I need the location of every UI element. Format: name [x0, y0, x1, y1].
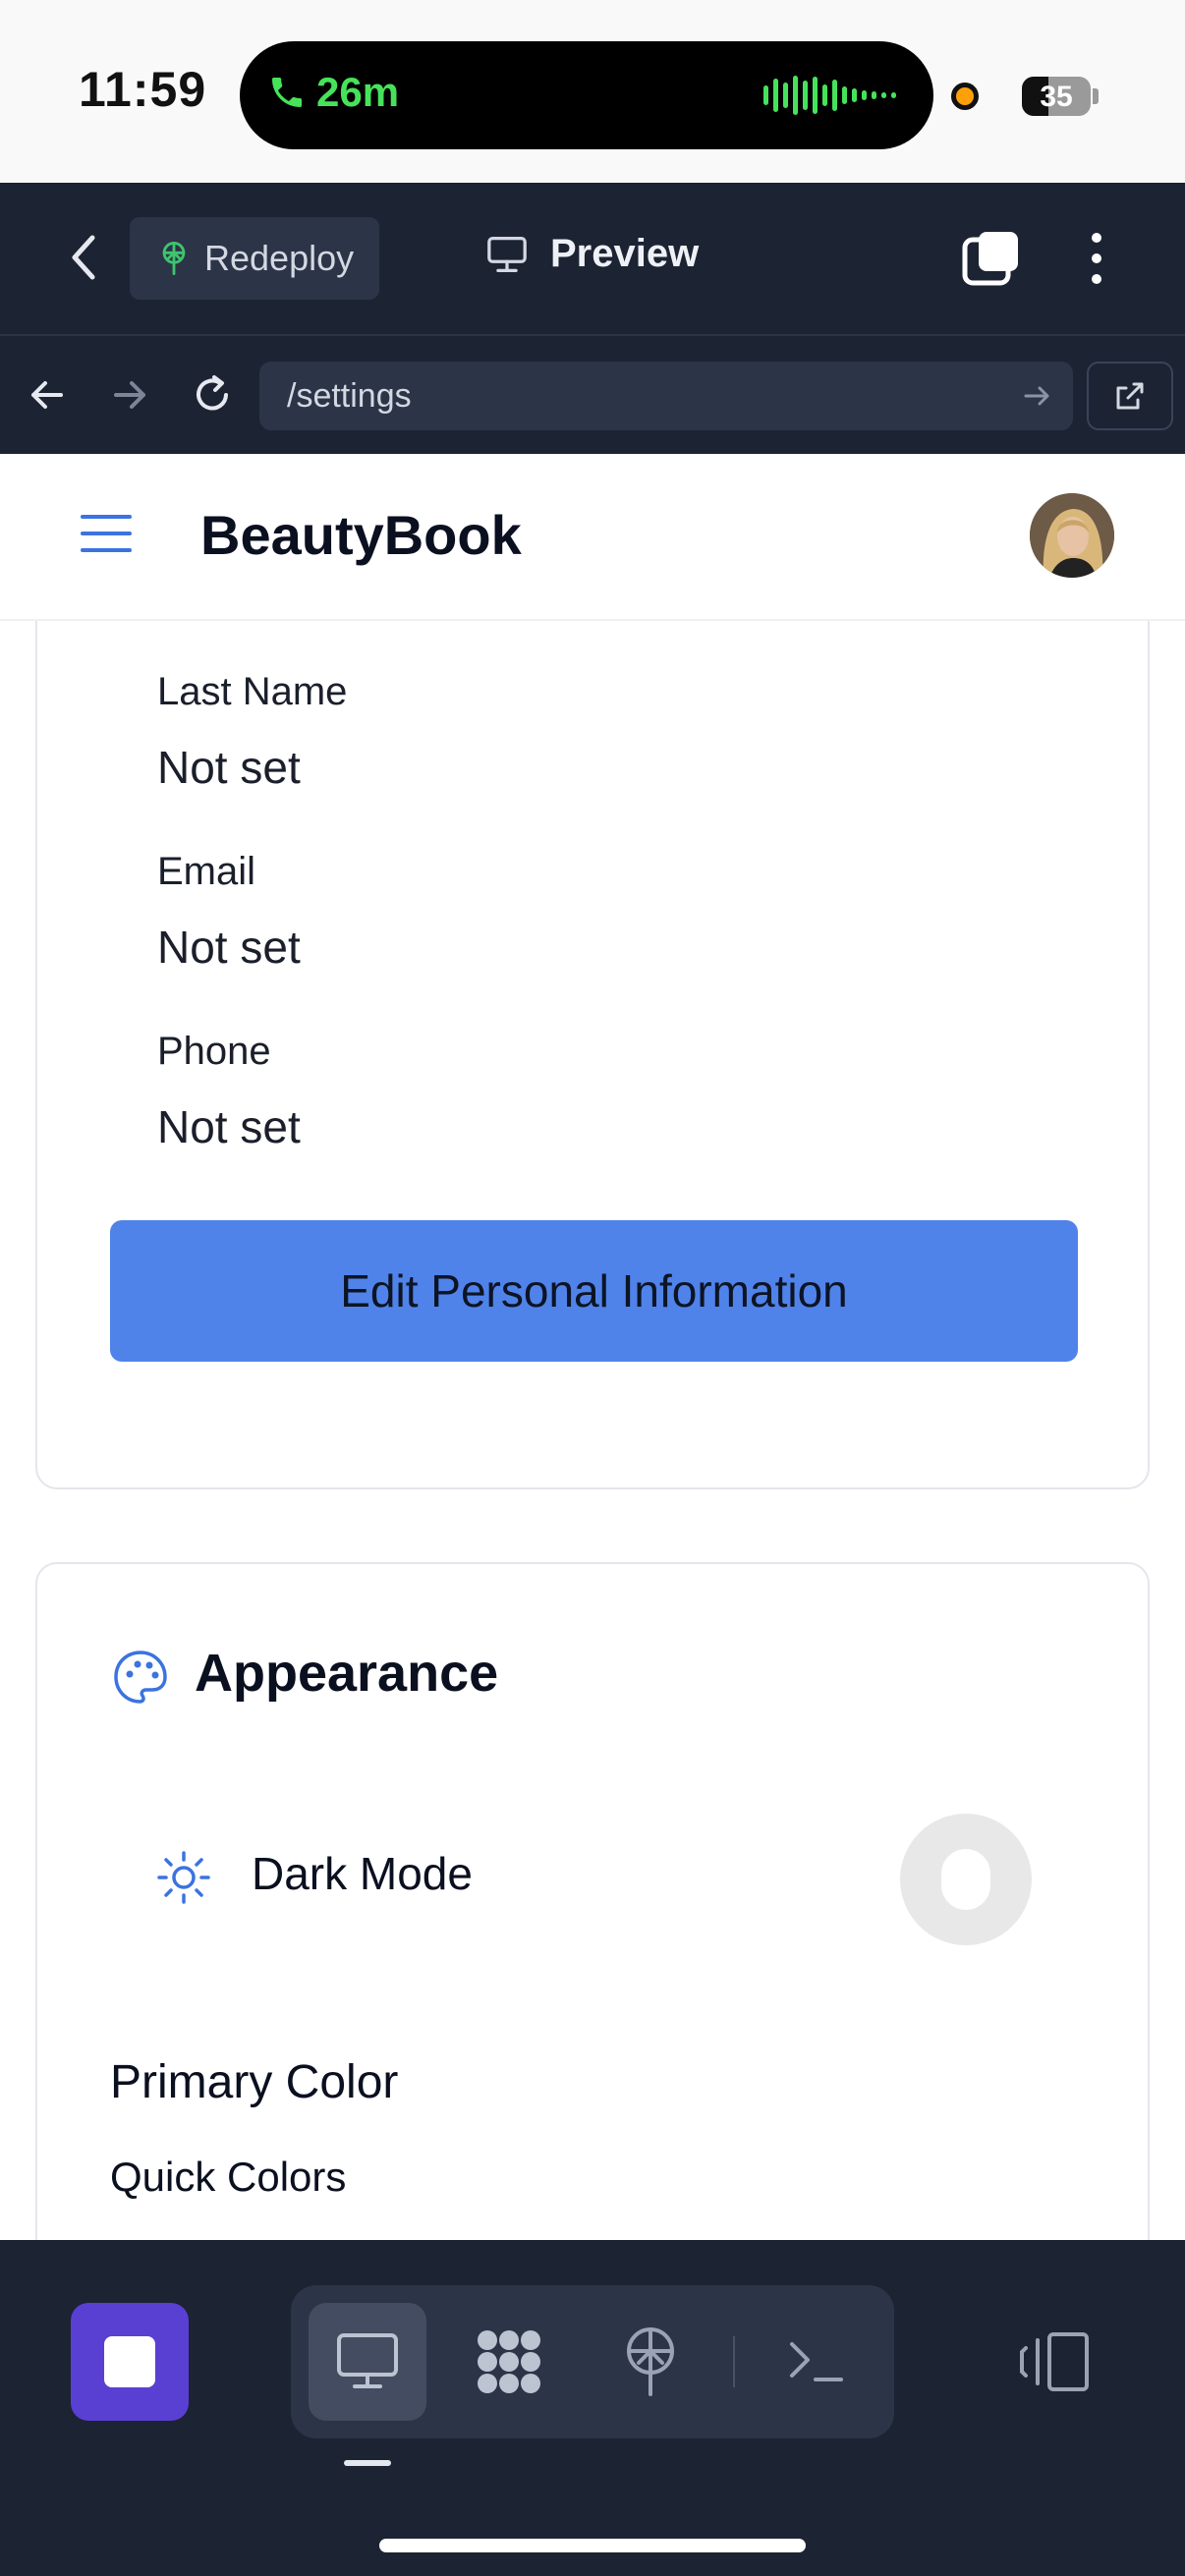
ide-bottom-bar [0, 2240, 1185, 2576]
go-arrow-icon[interactable] [1020, 378, 1055, 414]
dark-mode-label: Dark Mode [252, 1848, 473, 1899]
panel-toggle-icon[interactable] [1018, 2330, 1091, 2393]
battery-tip [1093, 88, 1099, 104]
appearance-title: Appearance [195, 1644, 499, 1703]
settings-content: Last Name Not set Email Not set Phone No… [0, 621, 1185, 2240]
terminal-tool-button[interactable] [757, 2303, 875, 2421]
quick-colors-title: Quick Colors [110, 2154, 347, 2200]
menu-icon[interactable] [79, 509, 134, 558]
battery-level: 35 [1040, 81, 1073, 113]
preview-tab[interactable]: Preview [485, 232, 699, 276]
tabs-icon[interactable] [961, 228, 1022, 289]
deploy-tool-button[interactable] [592, 2303, 709, 2421]
status-bar: 11:59 26m 35 [0, 0, 1185, 183]
battery-icon: 35 [1022, 77, 1091, 116]
deploy-icon [162, 242, 186, 276]
app-header: BeautyBook [0, 454, 1185, 621]
apps-tool-button[interactable] [450, 2303, 568, 2421]
tool-switcher [291, 2285, 894, 2438]
edit-personal-info-label: Edit Personal Information [340, 1265, 848, 1316]
tool-separator [733, 2336, 735, 2387]
dynamic-island[interactable]: 26m [240, 41, 933, 149]
reload-icon[interactable] [187, 369, 238, 420]
more-vertical-icon[interactable] [1079, 228, 1114, 289]
active-tool-indicator [344, 2460, 391, 2466]
desktop-tool-button[interactable] [309, 2303, 426, 2421]
sun-icon [157, 1851, 210, 1904]
stop-icon [104, 2336, 155, 2387]
url-text: /settings [287, 376, 412, 415]
call-indicator[interactable]: 26m [267, 69, 399, 116]
avatar[interactable] [1030, 493, 1114, 578]
palette-icon [114, 1651, 167, 1704]
redeploy-button[interactable]: Redeploy [130, 217, 379, 300]
home-indicator [379, 2539, 806, 2552]
back-chevron-icon[interactable] [59, 228, 108, 287]
call-duration: 26m [316, 69, 400, 115]
appearance-card: Appearance Dark Mode Primary Color Quick… [35, 1562, 1150, 2240]
status-time: 11:59 [79, 62, 207, 117]
stop-button[interactable] [71, 2303, 189, 2421]
monitor-icon [487, 236, 527, 272]
url-bar: /settings [0, 334, 1185, 454]
open-external-button[interactable] [1087, 362, 1173, 430]
personal-info-card: Last Name Not set Email Not set Phone No… [35, 621, 1150, 1489]
dark-mode-toggle[interactable] [900, 1814, 1032, 1945]
toggle-knob [941, 1849, 990, 1910]
external-link-icon [1116, 382, 1144, 410]
redeploy-label: Redeploy [204, 238, 355, 278]
apps-grid-icon [478, 2330, 540, 2393]
last-name-label: Last Name [157, 670, 348, 713]
recording-dot-icon [951, 83, 979, 110]
edit-personal-info-button[interactable]: Edit Personal Information [110, 1220, 1078, 1362]
email-label: Email [157, 850, 256, 893]
phone-value: Not set [157, 1101, 301, 1152]
phone-label: Phone [157, 1030, 271, 1073]
email-value: Not set [157, 922, 301, 973]
arrow-right-icon[interactable] [104, 369, 155, 420]
primary-color-title: Primary Color [110, 2056, 399, 2108]
brand-title: BeautyBook [200, 504, 522, 566]
phone-icon [272, 78, 302, 107]
ide-toolbar: Redeploy Preview [0, 183, 1185, 334]
terminal-icon [790, 2342, 843, 2381]
preview-label: Preview [550, 232, 700, 275]
audio-wave-icon [763, 75, 896, 116]
deploy-icon [627, 2327, 674, 2396]
arrow-left-icon[interactable] [22, 369, 73, 420]
last-name-value: Not set [157, 742, 301, 793]
desktop-icon [337, 2333, 398, 2388]
url-input[interactable]: /settings [259, 362, 1073, 430]
